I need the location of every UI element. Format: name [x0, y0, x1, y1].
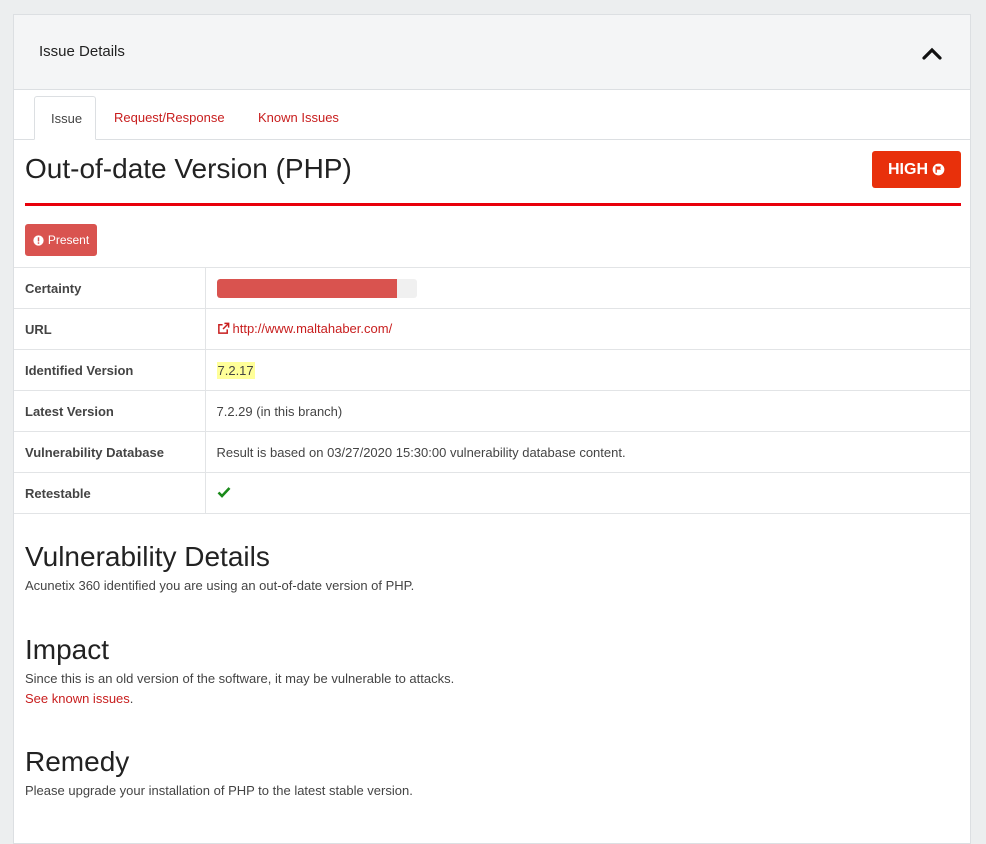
table-row: URL http://www.maltahaber.com/: [14, 308, 970, 350]
vulnerability-details-text: Acunetix 360 identified you are using an…: [25, 578, 415, 593]
severity-badge: HIGH: [872, 151, 961, 188]
panel-title: Issue Details: [39, 43, 125, 60]
certainty-label: Certainty: [14, 267, 206, 309]
table-row: Vulnerability Database Result is based o…: [14, 431, 970, 473]
tab-issue[interactable]: Issue: [34, 96, 96, 140]
latest-version-value: 7.2.29 (in this branch): [205, 390, 970, 432]
panel-header: Issue Details: [14, 15, 970, 90]
severity-label: HIGH: [888, 160, 928, 178]
identified-version-label: Identified Version: [14, 349, 206, 391]
identified-version-value: 7.2.17: [216, 361, 255, 379]
vulnerability-details-section: Vulnerability Details Acunetix 360 ident…: [25, 541, 414, 596]
url-label: URL: [14, 308, 206, 350]
certainty-bar: [216, 278, 417, 298]
table-row: Retestable: [14, 472, 970, 514]
retestable-label: Retestable: [14, 472, 206, 514]
external-link-icon: [217, 322, 229, 334]
certainty-value: [205, 267, 970, 309]
status-present-button[interactable]: Present: [25, 224, 97, 256]
vulnerability-details-heading: Vulnerability Details: [25, 541, 270, 572]
table-row: Identified Version 7.2.17: [14, 349, 970, 391]
url-link[interactable]: http://www.maltahaber.com/: [217, 320, 393, 336]
table-row: Certainty: [14, 267, 970, 309]
remedy-text: Please upgrade your installation of PHP …: [25, 783, 413, 798]
exclamation-circle-icon: [33, 234, 44, 246]
impact-heading: Impact: [25, 634, 110, 665]
tab-known-issues[interactable]: Known Issues: [242, 96, 355, 139]
remedy-section: Remedy Please upgrade your installation …: [25, 746, 413, 801]
impact-link-line: See known issues.: [25, 689, 454, 709]
vulnerability-database-value: Result is based on 03/27/2020 15:30:00 v…: [205, 431, 970, 473]
collapse-button[interactable]: [920, 41, 944, 65]
vulnerability-database-label: Vulnerability Database: [14, 431, 206, 473]
status-label: Present: [47, 233, 90, 247]
chevron-up-icon: [922, 47, 942, 60]
latest-version-label: Latest Version: [14, 390, 206, 432]
url-text: http://www.maltahaber.com/: [232, 320, 393, 336]
issue-title: Out-of-date Version (PHP): [25, 153, 352, 184]
tab-request-response[interactable]: Request/Response: [98, 96, 241, 139]
impact-text: Since this is an old version of the soft…: [25, 671, 455, 686]
tab-bar: Issue Request/Response Known Issues: [14, 89, 970, 140]
table-row: Latest Version 7.2.29 (in this branch): [14, 390, 970, 432]
remedy-heading: Remedy: [25, 746, 130, 777]
impact-link-suffix: .: [129, 691, 134, 706]
see-known-issues-link[interactable]: See known issues: [25, 691, 130, 706]
certainty-bar-fill: [216, 278, 397, 298]
issue-details-panel: Issue Details Issue Request/Response Kno…: [13, 14, 971, 844]
flag-circle-icon: [932, 163, 945, 176]
check-icon: [217, 486, 230, 498]
issue-info-table: Certainty URL http://www.maltahaber.com/: [14, 267, 970, 514]
impact-section: Impact Since this is an old version of t…: [25, 634, 454, 709]
issue-title-row: Out-of-date Version (PHP) HIGH: [25, 151, 961, 206]
